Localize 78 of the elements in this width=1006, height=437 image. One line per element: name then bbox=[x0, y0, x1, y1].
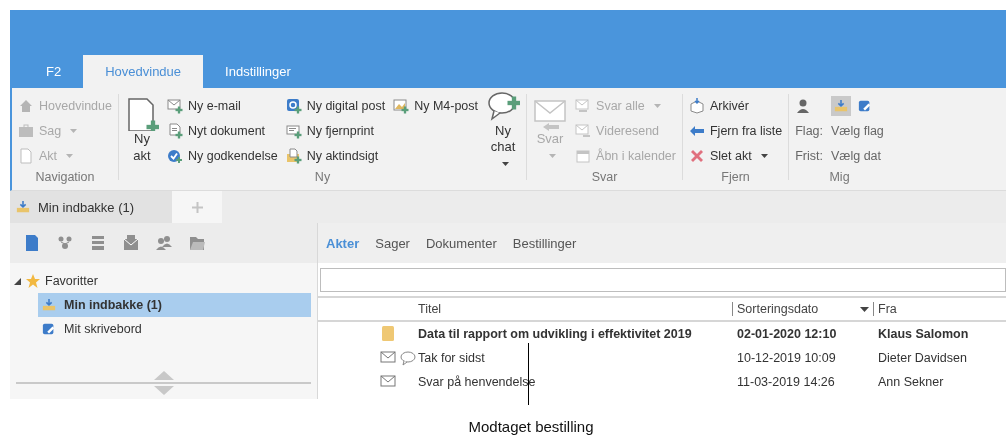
table-cell: Dieter Davidsen bbox=[878, 351, 967, 365]
desk-icon bbox=[858, 98, 872, 113]
box-icon bbox=[688, 97, 705, 114]
field-label: Frist: bbox=[795, 148, 823, 163]
group-label: Fjern bbox=[720, 170, 751, 184]
inbox-icon bbox=[16, 200, 30, 214]
folder-document-icon bbox=[285, 147, 302, 164]
ribbon-button[interactable]: Ny godkendelse bbox=[166, 147, 278, 164]
ribbon-button[interactable]: Ny fjernprint bbox=[285, 122, 386, 139]
scroll-up-icon[interactable] bbox=[153, 371, 174, 380]
ribbon-button[interactable]: Ny aktindsigt bbox=[285, 147, 386, 164]
home-icon bbox=[18, 97, 34, 114]
people-network-icon[interactable] bbox=[57, 235, 73, 251]
document-icon[interactable] bbox=[24, 235, 40, 251]
view-tab[interactable]: Sager bbox=[375, 235, 410, 251]
envelope-stack-icon[interactable] bbox=[123, 235, 139, 251]
table-cell: Ann Sekner bbox=[878, 375, 944, 389]
column-header[interactable]: Sorteringsdato bbox=[737, 302, 819, 316]
table-cell: Tak for sidst bbox=[418, 351, 485, 365]
list-icon[interactable] bbox=[90, 235, 106, 251]
ribbon-button[interactable]: Slet akt bbox=[688, 147, 783, 164]
inbox-icon bbox=[42, 298, 56, 312]
annotation-label: Modtaget bestilling bbox=[468, 418, 594, 435]
view-tab[interactable]: Dokumenter bbox=[425, 235, 497, 251]
view-tab[interactable]: Bestillinger bbox=[512, 235, 577, 251]
document-icon bbox=[380, 326, 396, 342]
group-label: Svar bbox=[590, 170, 619, 184]
expander-icon[interactable] bbox=[14, 277, 21, 285]
search-field[interactable] bbox=[320, 268, 1006, 292]
at-sign-icon bbox=[285, 97, 302, 114]
column-header[interactable]: Fra bbox=[878, 302, 897, 316]
inbox-toggle[interactable] bbox=[831, 95, 851, 116]
envelope-icon bbox=[380, 374, 396, 390]
inbox-icon bbox=[834, 98, 848, 113]
envelope-reply-icon bbox=[575, 97, 592, 114]
field-label: Flag: bbox=[795, 123, 823, 138]
field-value[interactable]: Vælg dat bbox=[831, 148, 884, 163]
table-cell: 10-12-2019 10:09 bbox=[737, 351, 836, 365]
folder-icon[interactable] bbox=[189, 235, 205, 251]
leader-line bbox=[528, 343, 529, 405]
table-cell: Data til rapport om udvikling i effektivitet 2019 bbox=[418, 327, 692, 341]
picture-plus-icon bbox=[393, 97, 410, 114]
envelope-icon bbox=[380, 350, 396, 366]
briefcase-icon bbox=[18, 122, 34, 139]
ribbon-button[interactable]: Ny chat bbox=[486, 89, 521, 172]
tree-item[interactable]: Favoritter bbox=[45, 274, 98, 288]
ribbon-button[interactable]: Nyt dokument bbox=[166, 122, 278, 139]
field-value[interactable]: Vælg flag bbox=[831, 123, 884, 138]
printer-icon bbox=[285, 122, 302, 139]
group-label: Mig bbox=[828, 170, 851, 184]
calendar-icon bbox=[575, 147, 592, 164]
envelope-forward-icon bbox=[575, 122, 592, 139]
table-cell: 11-03-2019 14:26 bbox=[737, 375, 835, 389]
add-tab-icon[interactable] bbox=[191, 201, 203, 213]
ribbon-button[interactable]: Ny digital post bbox=[285, 97, 386, 114]
document-tab[interactable]: Min indbakke (1) bbox=[10, 191, 173, 223]
ribbon-button[interactable]: Fjern fra liste bbox=[688, 122, 783, 139]
star-icon bbox=[25, 273, 41, 289]
envelope-arrow-icon bbox=[533, 97, 568, 132]
group-label: Navigation bbox=[34, 170, 96, 184]
desk-icon bbox=[42, 322, 56, 336]
document-plus-icon bbox=[166, 122, 183, 139]
group-label: Ny bbox=[313, 170, 332, 184]
table-cell: Klaus Salomon bbox=[878, 327, 969, 341]
ribbon-button[interactable]: Arkivér bbox=[688, 97, 783, 114]
table-cell: 02-01-2020 12:10 bbox=[737, 327, 837, 341]
envelope-plus-icon bbox=[166, 97, 183, 114]
tree-item[interactable]: Mit skrivebord bbox=[38, 317, 311, 341]
tree-item[interactable]: Min indbakke (1) bbox=[38, 293, 311, 317]
people-icon[interactable] bbox=[156, 235, 172, 251]
scroll-down-icon[interactable] bbox=[153, 386, 174, 395]
ribbon-button[interactable]: Ny M4-post bbox=[393, 97, 479, 114]
person-icon bbox=[795, 97, 812, 114]
checkmark-badge-icon bbox=[166, 147, 183, 164]
ribbon-button[interactable]: Ny akt bbox=[124, 97, 159, 164]
ribbon-button[interactable]: Ny e-mail bbox=[166, 97, 278, 114]
column-header[interactable]: Titel bbox=[418, 302, 442, 316]
document-icon bbox=[18, 147, 34, 164]
